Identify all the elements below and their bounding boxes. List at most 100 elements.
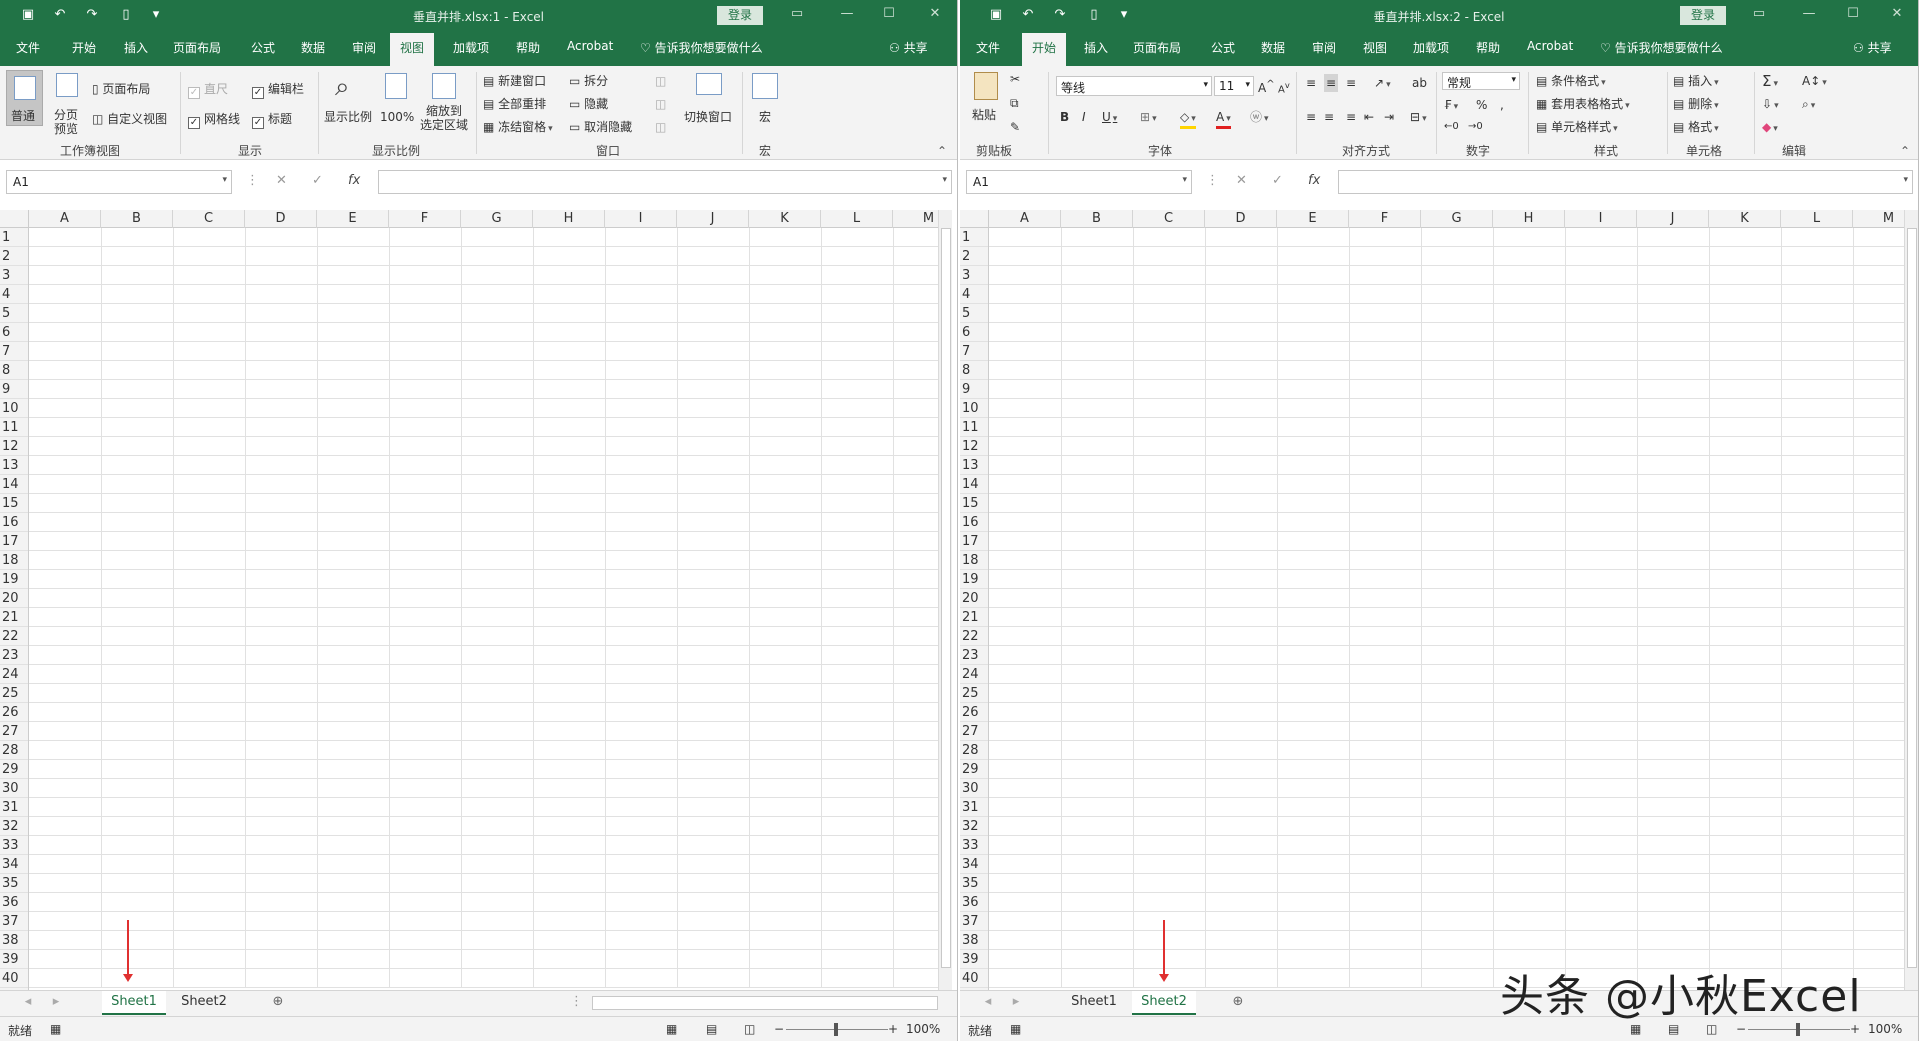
macro-record-icon[interactable]: ▦ [1010,1022,1021,1036]
add-sheet-icon[interactable]: ⊕ [1228,991,1248,1015]
vertical-scrollbar[interactable] [938,210,952,990]
sheet-tab-sheet2[interactable]: Sheet2 [172,991,236,1015]
row-header[interactable]: 22 [960,627,988,646]
macros-button[interactable]: 宏 [746,70,786,142]
tab-acrobat[interactable]: Acrobat [1527,39,1573,53]
share-button[interactable]: ⚇ 共享 [1853,39,1892,56]
row-header[interactable]: 23 [960,646,988,665]
collapse-ribbon-icon[interactable]: ⌃ [937,144,947,158]
arrange-all-button[interactable]: ▤ 全部重排 [483,97,546,111]
page-break-preview-button[interactable]: 分页 预览 [50,70,86,140]
cell-styles-button[interactable]: ▤ 单元格样式 ▾ [1536,120,1618,136]
row-header[interactable]: 38 [960,931,988,950]
row-header[interactable]: 25 [960,684,988,703]
zoom-100-button[interactable]: 100% [380,70,414,140]
decrease-decimal-icon[interactable]: →0 [1468,120,1483,134]
row-header[interactable]: 38 [0,931,28,950]
reset-position-icon[interactable]: ◫ [655,120,666,134]
hide-button[interactable]: ▭ 隐藏 [569,97,608,111]
expand-formula-icon[interactable]: ▾ [1903,175,1908,185]
format-painter-icon[interactable]: ✎ [1010,120,1020,134]
row-header[interactable]: 8 [960,361,988,380]
fill-icon[interactable]: ⇩ ▾ [1762,97,1779,113]
select-all-corner[interactable] [0,210,29,228]
maximize-icon[interactable]: ☐ [1844,5,1862,23]
page-break-status-icon[interactable]: ◫ [744,1022,755,1036]
column-header[interactable]: L [821,210,893,228]
row-header[interactable]: 2 [960,247,988,266]
find-select-icon[interactable]: ⌕ ▾ [1802,97,1815,113]
row-header[interactable]: 5 [960,304,988,323]
add-sheet-icon[interactable]: ⊕ [268,991,288,1015]
align-left-icon[interactable]: ≡ [1306,110,1316,124]
row-header[interactable]: 29 [960,760,988,779]
row-header[interactable]: 11 [0,418,28,437]
row-header[interactable]: 12 [960,437,988,456]
tab-data[interactable]: 数据 [301,39,325,56]
increase-font-icon[interactable]: A^ [1258,78,1275,95]
minimize-icon[interactable]: — [1800,5,1818,23]
row-header[interactable]: 2 [0,247,28,266]
row-header[interactable]: 17 [960,532,988,551]
font-name-select[interactable]: 等线 ▾ [1056,76,1212,96]
custom-views-button[interactable]: ◫ 自定义视图 [92,112,167,126]
row-header[interactable]: 40 [960,969,988,988]
insert-function-icon[interactable]: fx [348,173,360,188]
ribbon-display-icon[interactable]: ▭ [1750,5,1768,23]
orientation-icon[interactable]: ↗ ▾ [1374,76,1391,92]
merge-center-icon[interactable]: ⊟ ▾ [1410,110,1427,126]
row-header[interactable]: 9 [960,380,988,399]
row-header[interactable]: 26 [0,703,28,722]
close-icon[interactable]: ✕ [1888,5,1906,23]
bold-icon[interactable]: B [1060,110,1069,124]
column-header[interactable]: K [1709,210,1781,228]
tab-page-layout[interactable]: 页面布局 [1133,39,1181,56]
close-icon[interactable]: ✕ [926,5,944,23]
row-header[interactable]: 4 [960,285,988,304]
row-header[interactable]: 3 [0,266,28,285]
fill-color-icon[interactable]: ◇ ▾ [1180,110,1196,129]
align-center-icon[interactable]: ≡ [1324,110,1334,124]
clear-icon[interactable]: ◆ ▾ [1762,120,1778,136]
tab-help[interactable]: 帮助 [516,39,540,56]
formula-bar-checkbox[interactable]: ✓ 编辑栏 [252,82,304,99]
ruler-checkbox[interactable]: ✓ 直尺 [188,82,228,99]
zoom-in-icon[interactable]: + [1850,1022,1860,1036]
row-header[interactable]: 33 [0,836,28,855]
tell-me-search[interactable]: ♡ 告诉我你想要做什么 [1600,39,1723,56]
row-header[interactable]: 31 [0,798,28,817]
column-header[interactable]: M [1853,210,1904,228]
row-header[interactable]: 6 [960,323,988,342]
row-header[interactable]: 10 [960,399,988,418]
tab-page-layout[interactable]: 页面布局 [173,39,221,56]
zoom-in-icon[interactable]: + [888,1022,898,1036]
italic-icon[interactable]: I [1082,110,1086,124]
column-header[interactable]: G [1421,210,1493,228]
font-color-icon[interactable]: A ▾ [1216,110,1231,129]
normal-view-button[interactable]: 普通 [6,70,43,126]
maximize-icon[interactable]: ☐ [880,5,898,23]
enter-icon[interactable]: ✓ [1272,173,1283,188]
row-header[interactable]: 9 [0,380,28,399]
row-header[interactable]: 27 [960,722,988,741]
tab-review[interactable]: 审阅 [352,39,376,56]
accounting-icon[interactable]: ₣ ▾ [1444,98,1458,114]
column-header[interactable]: E [317,210,389,228]
tab-formulas[interactable]: 公式 [1211,39,1235,56]
sheet-tab-sheet1[interactable]: Sheet1 [1062,991,1126,1015]
row-header[interactable]: 36 [960,893,988,912]
row-header[interactable]: 36 [0,893,28,912]
column-header[interactable]: M [893,210,938,228]
column-header[interactable]: C [173,210,245,228]
row-header[interactable]: 1 [0,228,28,247]
column-header[interactable]: L [1781,210,1853,228]
align-bottom-icon[interactable]: ≡ [1346,76,1356,90]
font-size-select[interactable]: 11 ▾ [1214,76,1254,96]
row-header[interactable]: 30 [960,779,988,798]
column-header[interactable]: B [1061,210,1133,228]
login-button[interactable]: 登录 [1680,6,1726,25]
number-format-select[interactable]: 常规 ▾ [1442,72,1520,90]
row-header[interactable]: 21 [0,608,28,627]
zoom-to-selection-button[interactable]: 缩放到 选定区域 [418,70,468,142]
normal-view-status-icon[interactable]: ▦ [666,1022,677,1036]
